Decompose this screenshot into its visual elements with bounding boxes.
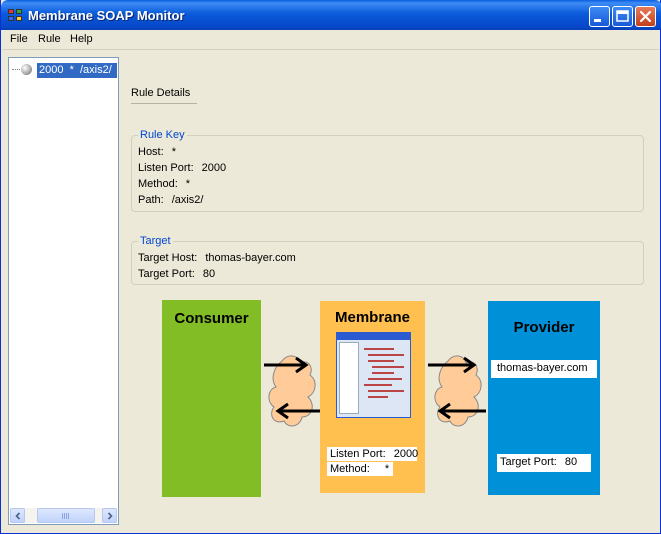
listen-port-row: Listen Port: 2000 xyxy=(138,162,226,174)
menu-bar: File Rule Help xyxy=(2,30,660,50)
scroll-thumb[interactable] xyxy=(37,508,95,523)
menu-file[interactable]: File xyxy=(10,33,28,45)
target-host-label: Target Host: xyxy=(138,252,198,264)
method-row: Method: * xyxy=(138,178,190,190)
cloud-icon-left xyxy=(262,353,322,433)
chevron-left-icon xyxy=(15,512,21,520)
membrane-method-box: Method: * xyxy=(327,462,393,476)
rule-key-group: Rule Key Host: * Listen Port: 2000 Method:… xyxy=(131,129,644,212)
membrane-port-box: Listen Port: 2000 xyxy=(327,447,419,461)
cloud-icon-right xyxy=(426,353,488,433)
consumer-box: Consumer xyxy=(162,300,261,497)
target-port-row: Target Port: 80 xyxy=(138,268,215,280)
provider-host-box: thomas-bayer.com xyxy=(491,360,597,378)
scroll-left-button[interactable] xyxy=(10,508,25,523)
chevron-right-icon xyxy=(107,512,113,520)
rule-node-icon xyxy=(21,64,32,75)
grip-icon xyxy=(62,513,70,519)
tab-rule-details[interactable]: Rule Details xyxy=(131,87,197,104)
path-value: /axis2/ xyxy=(171,194,204,206)
minimize-button[interactable] xyxy=(589,6,610,27)
membrane-port-label: Listen Port: xyxy=(330,448,386,460)
menu-help[interactable]: Help xyxy=(70,33,93,45)
membrane-method-value: * xyxy=(384,463,390,475)
provider-host-value: thomas-bayer.com xyxy=(497,362,588,374)
provider-port-box: Target Port: 80 xyxy=(497,454,591,472)
listen-port-label: Listen Port: xyxy=(138,162,194,174)
close-button[interactable] xyxy=(635,6,656,27)
host-label: Host: xyxy=(138,146,164,158)
provider-port-value: 80 xyxy=(564,456,578,468)
host-value: * xyxy=(171,146,176,158)
provider-box: Provider thomas-bayer.com Target Port: 8… xyxy=(488,301,600,495)
host-row: Host: * xyxy=(138,146,176,158)
tree-horizontal-scrollbar[interactable] xyxy=(10,508,117,523)
app-icon xyxy=(8,9,23,23)
listen-port-value: 2000 xyxy=(201,162,227,174)
rule-key-title: Rule Key xyxy=(138,129,187,141)
provider-title: Provider xyxy=(513,319,575,336)
minimize-icon xyxy=(594,19,601,22)
membrane-port-value: 2000 xyxy=(393,448,419,460)
target-port-label: Target Port: xyxy=(138,268,195,280)
menu-rule[interactable]: Rule xyxy=(38,33,61,45)
target-group: Target Target Host: thomas-bayer.com Targ… xyxy=(131,235,644,285)
title-bar[interactable]: Membrane SOAP Monitor xyxy=(1,0,661,30)
maximize-icon xyxy=(616,10,629,22)
tree-item-rule[interactable]: 2000 * /axis2/ xyxy=(12,62,118,78)
close-icon xyxy=(639,10,652,23)
method-value: * xyxy=(185,178,191,190)
provider-port-label: Target Port: xyxy=(500,456,557,468)
membrane-title: Membrane xyxy=(334,309,411,326)
rule-tree[interactable]: 2000 * /axis2/ xyxy=(8,57,119,525)
membrane-box: Membrane Listen Port: 2000 Method: * xyxy=(320,301,425,493)
membrane-method-label: Method: xyxy=(330,463,370,475)
scroll-right-button[interactable] xyxy=(102,508,117,523)
path-row: Path: /axis2/ xyxy=(138,194,203,206)
consumer-title: Consumer xyxy=(174,310,249,327)
target-host-row: Target Host: thomas-bayer.com xyxy=(138,252,296,264)
app-window: Membrane SOAP Monitor File Rule Help 200… xyxy=(0,0,661,534)
target-host-value: thomas-bayer.com xyxy=(205,252,296,264)
maximize-button[interactable] xyxy=(612,6,633,27)
monitor-screenshot-thumbnail xyxy=(336,332,411,418)
window-title: Membrane SOAP Monitor xyxy=(28,8,185,23)
target-port-value: 80 xyxy=(202,268,216,280)
routing-diagram: Consumer Membrane Listen Port: 2000 Meth… xyxy=(161,300,601,500)
method-label: Method: xyxy=(138,178,178,190)
path-label: Path: xyxy=(138,194,164,206)
tree-connector xyxy=(12,69,20,70)
tree-item-label: 2000 * /axis2/ xyxy=(37,63,117,78)
target-title: Target xyxy=(138,235,173,247)
